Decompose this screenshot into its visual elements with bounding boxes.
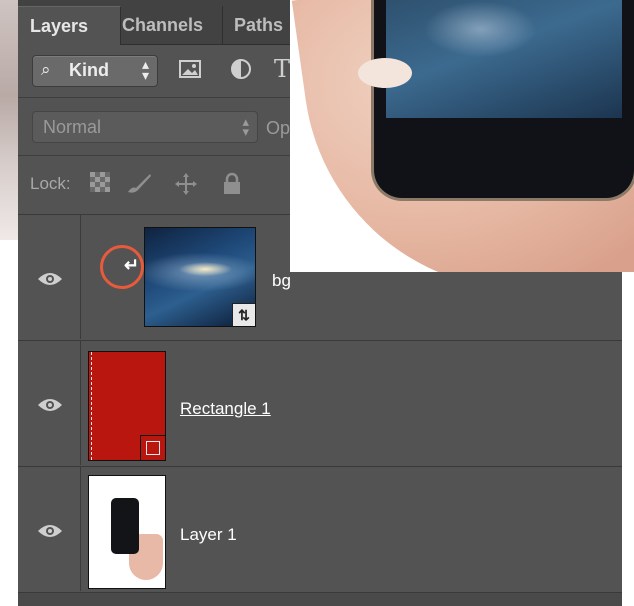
visibility-toggle[interactable] <box>18 341 81 465</box>
layer-row-rectangle-1[interactable]: Rectangle 1 <box>18 340 622 465</box>
select-arrows-icon: ▴ ▾ <box>242 114 249 139</box>
blend-mode-value: Normal <box>43 117 102 137</box>
filter-kind-select[interactable]: ⌕ Kind ▴ ▾ <box>32 55 158 87</box>
clipping-mask-icon: ↵ <box>124 255 140 275</box>
blend-mode-select[interactable]: Normal ▴ ▾ <box>32 111 258 143</box>
hand-phone-photo <box>290 0 634 272</box>
layer-thumbnail-bg[interactable]: ⇅ <box>144 227 256 327</box>
lock-transparent-icon[interactable] <box>90 172 110 198</box>
layer-row-layer-1[interactable]: Layer 1 <box>18 466 622 591</box>
type-filter-icon[interactable]: T <box>274 55 290 83</box>
search-icon: ⌕ <box>41 60 51 79</box>
tab-layers[interactable]: Layers <box>18 6 121 45</box>
phone-screen <box>386 0 622 118</box>
shape-layer-icon <box>140 435 166 461</box>
filter-kind-label: Kind <box>69 60 109 80</box>
background-photo-edge <box>0 0 20 240</box>
smart-object-icon: ⇅ <box>232 303 255 326</box>
adjustment-filter-icon[interactable] <box>230 58 252 86</box>
fingernail <box>358 58 412 88</box>
layer-thumbnail-rectangle[interactable] <box>88 351 166 461</box>
visibility-toggle[interactable] <box>18 215 81 339</box>
lock-label: Lock: <box>30 174 71 193</box>
phone-image <box>374 0 634 198</box>
eye-icon <box>38 273 62 285</box>
eye-icon <box>38 399 62 411</box>
layer-name[interactable]: bg <box>272 271 291 291</box>
layer-thumbnail-phone[interactable] <box>88 475 166 589</box>
phone-image <box>111 498 139 554</box>
lock-position-icon[interactable] <box>174 172 198 202</box>
select-arrows-icon: ▴ ▾ <box>141 56 149 83</box>
layer-name[interactable]: Rectangle 1 <box>180 399 271 419</box>
opacity-label: Op <box>266 118 291 138</box>
lock-all-icon[interactable] <box>222 172 242 202</box>
layer-name[interactable]: Layer 1 <box>180 525 237 545</box>
lock-image-icon[interactable] <box>126 172 152 200</box>
tab-channels[interactable]: Channels <box>110 6 223 44</box>
visibility-toggle[interactable] <box>18 467 81 591</box>
panel-footer <box>18 592 622 606</box>
eye-icon <box>38 525 62 537</box>
image-filter-icon[interactable] <box>178 58 202 86</box>
